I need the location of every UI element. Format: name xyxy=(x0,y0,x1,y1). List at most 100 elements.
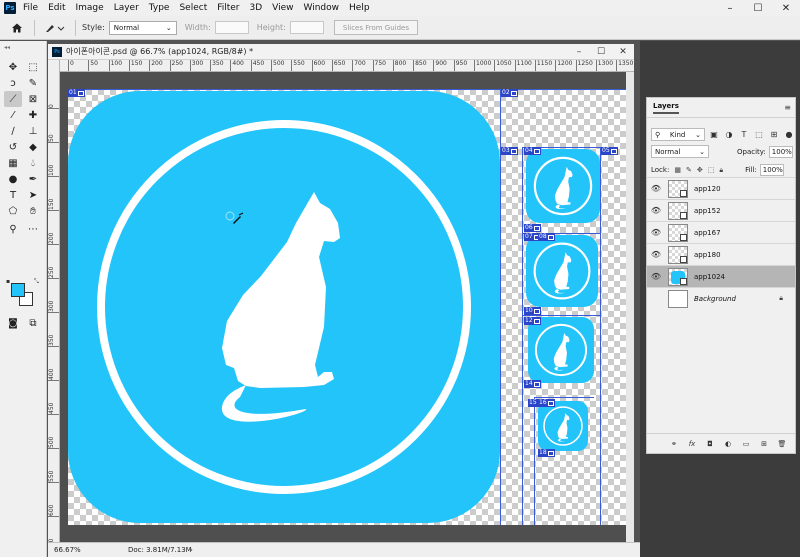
slice-tag[interactable]: 02 xyxy=(501,89,518,97)
eraser-tool-icon[interactable]: ◆ xyxy=(24,139,42,155)
screen-mode-icon[interactable]: ⧉ xyxy=(24,315,42,331)
filter-pixel-icon[interactable]: ▣ xyxy=(708,129,720,141)
lock-image-icon[interactable]: ✎ xyxy=(686,166,692,174)
path-selection-tool-icon[interactable]: ➤ xyxy=(24,187,42,203)
canvas-viewport[interactable]: 01 02 03 04 05 06 07 08 10 12 14 15 16 1… xyxy=(60,72,634,542)
layer-row-app152[interactable]: 👁︎ app152 xyxy=(647,199,795,221)
tool-preset-picker[interactable] xyxy=(41,19,69,37)
frame-tool-icon[interactable]: ⊠ xyxy=(24,91,42,107)
zoom-tool-icon[interactable]: ⚲ xyxy=(4,221,22,237)
new-layer-icon[interactable]: ⊞ xyxy=(757,437,771,451)
lock-transparent-icon[interactable]: ▦ xyxy=(674,166,681,174)
history-brush-tool-icon[interactable]: ↺ xyxy=(4,139,22,155)
fx-icon[interactable]: fx xyxy=(685,437,699,451)
menu-layer[interactable]: Layer xyxy=(109,3,144,13)
slice-tag[interactable]: 14 xyxy=(524,380,541,388)
filter-toggle-icon[interactable]: ● xyxy=(783,129,795,141)
shape-tool-icon[interactable]: ⬠ xyxy=(4,203,22,219)
magic-wand-tool-icon[interactable]: ✎ xyxy=(24,75,42,91)
menu-window[interactable]: Window xyxy=(299,3,345,13)
filter-adjustment-icon[interactable]: ◑ xyxy=(723,129,735,141)
zoom-level[interactable]: 66.67% xyxy=(48,546,88,554)
lock-position-icon[interactable]: ✥ xyxy=(697,166,703,174)
slice-tag[interactable]: 08 xyxy=(538,233,555,241)
lasso-tool-icon[interactable]: ↄ xyxy=(4,75,22,91)
brush-tool-icon[interactable]: ∕ xyxy=(4,123,22,139)
style-select[interactable]: Normal ⌄ xyxy=(108,20,177,35)
status-menu-arrow[interactable]: › xyxy=(190,546,193,554)
vertical-ruler[interactable]: 0 50 100 150 200 250 300 350 400 450 500 550 600 650 xyxy=(48,60,60,542)
menu-select[interactable]: Select xyxy=(174,3,212,13)
collapse-arrows-icon[interactable]: ◂◂ xyxy=(4,44,10,51)
move-tool-icon[interactable]: ✥ xyxy=(4,59,22,75)
slice-tool-icon[interactable]: ⟋ xyxy=(4,91,22,107)
trash-icon[interactable]: 🗑︎ xyxy=(775,437,789,451)
document-tab[interactable]: Ps 아이폰아이콘.psd @ 66.7% (app1024, RGB/8#) … xyxy=(48,44,634,60)
pen-tool-icon[interactable]: ✒︎ xyxy=(24,171,42,187)
height-field[interactable] xyxy=(289,21,324,34)
link-icon[interactable]: ⚭ xyxy=(667,437,681,451)
default-colors-icon[interactable]: ▪ xyxy=(6,278,10,285)
doc-minimize-button[interactable]: – xyxy=(568,44,590,60)
blend-mode-select[interactable]: Normal ⌄ xyxy=(651,145,709,158)
document-canvas[interactable]: 01 02 03 04 05 06 07 08 10 12 14 15 16 1… xyxy=(68,89,628,525)
healing-brush-tool-icon[interactable]: ✚ xyxy=(24,107,42,123)
slice-tag[interactable]: 04 xyxy=(524,147,541,155)
slice-tag[interactable]: 03 xyxy=(501,147,518,155)
layer-row-app180[interactable]: 👁︎ app180 xyxy=(647,243,795,265)
lock-all-icon[interactable]: 🔒︎ xyxy=(719,166,723,175)
foreground-color-swatch[interactable] xyxy=(11,283,25,297)
vertical-scrollbar[interactable] xyxy=(626,72,634,542)
slice-tag[interactable]: 05 xyxy=(601,147,618,155)
menu-help[interactable]: Help xyxy=(344,3,375,13)
close-button[interactable]: ✕ xyxy=(772,0,800,16)
eye-icon[interactable]: 👁︎ xyxy=(647,250,665,259)
menu-type[interactable]: Type xyxy=(144,3,175,13)
quick-mask-icon[interactable]: ◙ xyxy=(4,315,22,331)
folder-icon[interactable]: ▭ xyxy=(739,437,753,451)
clone-stamp-tool-icon[interactable]: ⊥ xyxy=(24,123,42,139)
home-button[interactable] xyxy=(6,17,28,39)
eyedropper-tool-icon[interactable]: ⁄ xyxy=(4,107,22,123)
filter-kind-select[interactable]: ⚲ Kind ⌄ xyxy=(651,128,705,141)
eye-icon[interactable]: 👁︎ xyxy=(647,228,665,237)
slices-from-guides-button[interactable]: Slices From Guides xyxy=(333,20,419,35)
opacity-field[interactable]: 100% xyxy=(768,145,793,158)
type-tool-icon[interactable]: T xyxy=(4,187,22,203)
slice-tag[interactable]: 06 xyxy=(524,224,541,232)
slice-tag[interactable]: 18 xyxy=(538,449,555,457)
slice-tag[interactable]: 12 xyxy=(524,317,541,325)
maximize-button[interactable]: ☐ xyxy=(744,0,772,16)
lock-artboard-icon[interactable]: ⬚ xyxy=(708,166,715,174)
layer-row-background[interactable]: Background 🔒︎ xyxy=(647,287,795,309)
filter-smartobject-icon[interactable]: ⊞ xyxy=(768,129,780,141)
menu-image[interactable]: Image xyxy=(71,3,109,13)
gradient-tool-icon[interactable]: ▦ xyxy=(4,155,22,171)
width-field[interactable] xyxy=(214,21,249,34)
layer-row-app1024[interactable]: 👁︎ app1024 xyxy=(647,265,795,287)
layer-row-app167[interactable]: 👁︎ app167 xyxy=(647,221,795,243)
menu-file[interactable]: File xyxy=(18,3,43,13)
menu-3d[interactable]: 3D xyxy=(245,3,268,13)
tab-layers[interactable]: Layers xyxy=(653,102,679,114)
swap-colors-icon[interactable]: ⤡ xyxy=(34,278,39,286)
doc-maximize-button[interactable]: ☐ xyxy=(590,44,612,60)
menu-filter[interactable]: Filter xyxy=(212,3,244,13)
slice-tag[interactable]: 10 xyxy=(524,307,541,315)
eye-icon[interactable]: 👁︎ xyxy=(647,206,665,215)
layer-row-app120[interactable]: 👁︎ app120 xyxy=(647,177,795,199)
more-tools-icon[interactable]: ⋯ xyxy=(24,221,42,237)
panel-menu-icon[interactable]: ≡ xyxy=(784,103,791,112)
fill-field[interactable]: 100% xyxy=(759,164,784,176)
horizontal-ruler[interactable]: 0 50 100 150 200 250 300 350 400 450 500 550 600 650 7… xyxy=(60,60,634,72)
hand-tool-icon[interactable]: ✋︎ xyxy=(24,203,42,219)
eye-icon[interactable]: 👁︎ xyxy=(647,184,665,193)
menu-edit[interactable]: Edit xyxy=(43,3,70,13)
slice-tag[interactable]: 16 xyxy=(538,399,555,407)
blur-tool-icon[interactable]: 💧︎ xyxy=(24,155,42,171)
artboard-tool-icon[interactable]: ⬚ xyxy=(24,59,42,75)
filter-type-icon[interactable]: T xyxy=(738,129,750,141)
menu-view[interactable]: View xyxy=(267,3,298,13)
adjustment-icon[interactable]: ◐ xyxy=(721,437,735,451)
minimize-button[interactable]: – xyxy=(716,0,744,16)
